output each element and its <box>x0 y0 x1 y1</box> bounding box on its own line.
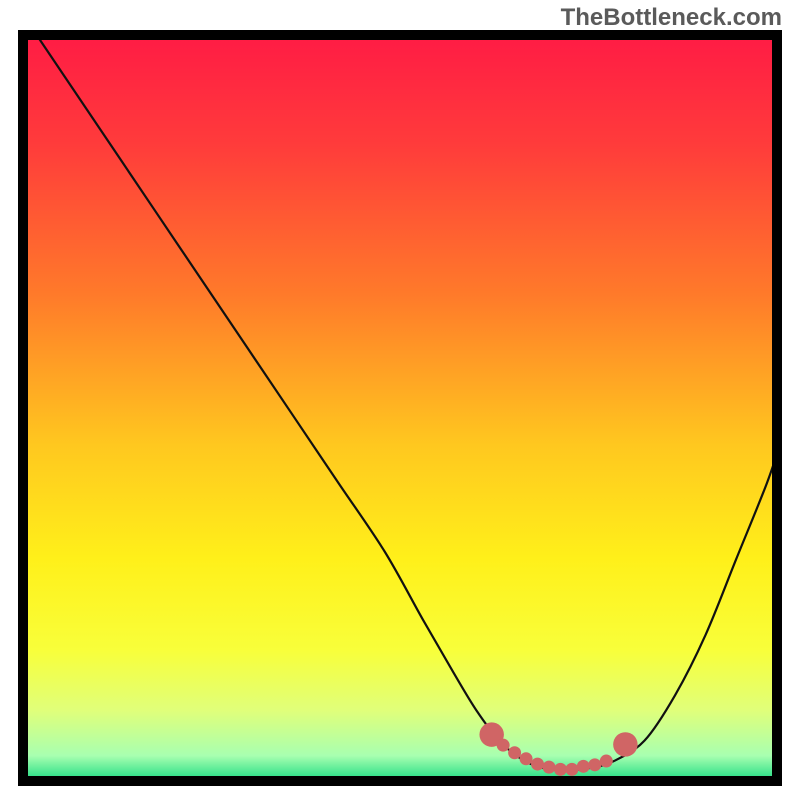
optimal-marker <box>520 752 533 765</box>
optimal-marker <box>554 763 567 776</box>
optimal-marker <box>531 758 544 771</box>
chart-area <box>18 30 782 786</box>
optimal-marker <box>588 758 601 771</box>
optimal-marker <box>508 746 521 759</box>
attribution-text: TheBottleneck.com <box>561 4 782 32</box>
optimal-marker <box>600 755 613 768</box>
optimal-marker <box>542 761 555 774</box>
optimal-marker <box>613 732 637 756</box>
optimal-marker <box>577 760 590 773</box>
optimal-marker <box>565 763 578 776</box>
bottleneck-chart <box>18 30 782 786</box>
optimal-marker <box>497 739 510 752</box>
gradient-background <box>18 30 782 786</box>
